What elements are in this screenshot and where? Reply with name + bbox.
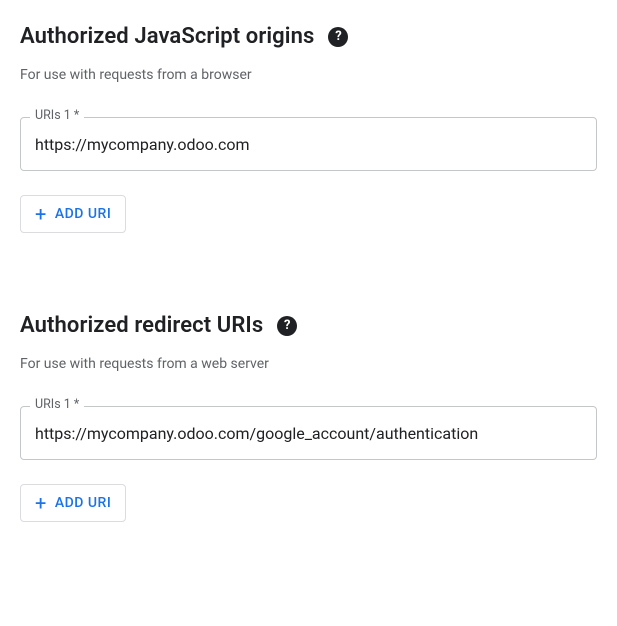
authorized-redirect-uris-section: Authorized redirect URIs ? For use with … (20, 313, 597, 522)
add-uri-button[interactable]: + ADD URI (20, 484, 126, 522)
origins-heading: Authorized JavaScript origins (20, 24, 314, 49)
add-uri-label: ADD URI (55, 495, 111, 511)
plus-icon: + (35, 204, 47, 224)
origins-uri-input[interactable] (20, 117, 597, 171)
uri-field-wrap: URIs 1 * (20, 117, 597, 171)
add-uri-button[interactable]: + ADD URI (20, 195, 126, 233)
redirects-subheading: For use with requests from a web server (20, 356, 597, 372)
uri-field-label: URIs 1 * (30, 397, 84, 412)
plus-icon: + (35, 493, 47, 513)
redirects-uri-input[interactable] (20, 406, 597, 460)
uri-field-wrap: URIs 1 * (20, 406, 597, 460)
help-icon[interactable]: ? (328, 27, 348, 47)
heading-row: Authorized redirect URIs ? (20, 313, 597, 338)
add-uri-label: ADD URI (55, 206, 111, 222)
heading-row: Authorized JavaScript origins ? (20, 24, 597, 49)
origins-subheading: For use with requests from a browser (20, 67, 597, 83)
help-icon[interactable]: ? (277, 316, 297, 336)
authorized-js-origins-section: Authorized JavaScript origins ? For use … (20, 24, 597, 233)
redirects-heading: Authorized redirect URIs (20, 313, 263, 338)
uri-field-label: URIs 1 * (30, 108, 84, 123)
